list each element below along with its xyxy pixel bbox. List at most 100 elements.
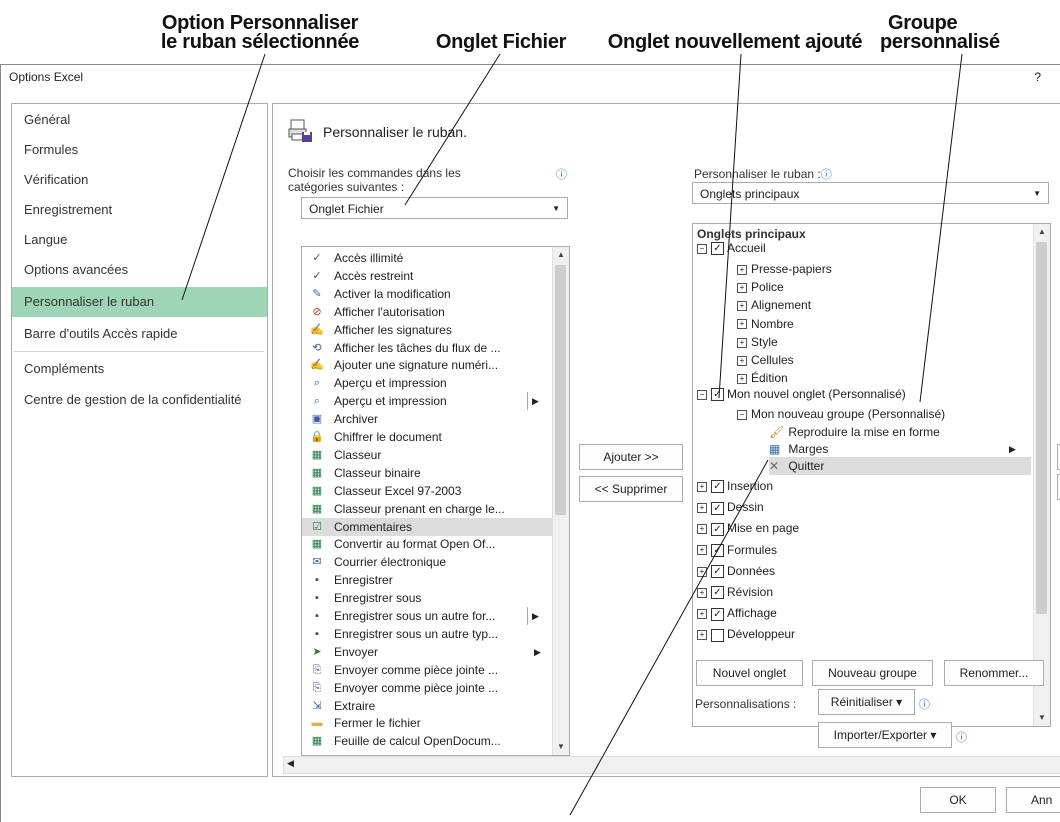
remove-button[interactable]: << Supprimer xyxy=(579,476,683,502)
checkbox-icon[interactable]: ✓ xyxy=(711,501,724,515)
command-list-item[interactable]: ➤ Envoyer ▶ xyxy=(302,643,552,661)
tree-command-item[interactable]: ▦ Marges ▶ xyxy=(769,440,1016,458)
command-list-item[interactable]: ▦ Classeur Excel 97-2003 xyxy=(302,482,552,500)
cancel-button[interactable]: Ann xyxy=(1006,787,1060,813)
checkbox-icon[interactable]: ✓ xyxy=(711,543,724,557)
command-list-item[interactable]: ▦ Convertir au format Open Of... xyxy=(302,535,552,553)
expand-icon[interactable]: + xyxy=(697,503,707,514)
rename-button[interactable]: Renommer... xyxy=(944,660,1044,686)
expand-icon[interactable]: + xyxy=(697,566,707,577)
tree-tab-item[interactable]: + ✓ Données xyxy=(697,562,775,580)
command-list-item[interactable]: ▪ Enregistrer sous un autre for... ▶ xyxy=(302,607,552,625)
tree-tab-item[interactable]: + ✓ Dessin xyxy=(697,498,764,516)
expand-icon[interactable]: + xyxy=(737,319,747,330)
command-list-item[interactable]: ⌕ Aperçu et impression ▶ xyxy=(302,392,552,411)
checkbox-icon[interactable]: ✓ xyxy=(711,607,724,621)
nav-item-options-avancees[interactable]: Options avancées xyxy=(12,255,267,285)
checkbox-icon[interactable]: ✓ xyxy=(711,565,724,579)
expand-icon[interactable]: + xyxy=(697,481,707,492)
command-list-item[interactable]: ✍ Afficher les signatures xyxy=(302,321,552,339)
command-list-item[interactable]: ▦ Classeur prenant en charge le... xyxy=(302,500,552,518)
help-button[interactable]: ? xyxy=(1034,70,1041,84)
choose-commands-dropdown[interactable]: Onglet Fichier ▼ xyxy=(301,197,568,219)
command-list-item[interactable]: 🔒 Chiffrer le document xyxy=(302,428,552,446)
nav-item-complements[interactable]: Compléments xyxy=(12,354,267,384)
tree-group-item[interactable]: + Police xyxy=(737,278,784,296)
tree-tab-item[interactable]: + ✓ Formules xyxy=(697,541,777,559)
tree-scrollbar[interactable]: ▲ ▼ xyxy=(1033,224,1050,726)
command-list-item[interactable]: ▪ Enregistrer sous xyxy=(302,589,552,607)
tree-group-item[interactable]: + Nombre xyxy=(737,315,794,333)
nav-item-general[interactable]: Général xyxy=(12,105,267,135)
tree-command-item[interactable]: 🖌 Reproduire la mise en forme xyxy=(769,423,940,441)
command-list-item[interactable]: ⎘ Envoyer comme pièce jointe ... xyxy=(302,661,552,679)
command-list-item[interactable]: ▦ Classeur binaire xyxy=(302,464,552,482)
nav-item-enregistrement[interactable]: Enregistrement xyxy=(12,195,267,225)
checkbox-icon[interactable]: ✓ xyxy=(711,242,724,256)
tree-tab-item[interactable]: + ✓ Affichage xyxy=(697,604,777,622)
command-list-item[interactable]: ▦ Classeur xyxy=(302,446,552,464)
scroll-up-icon[interactable]: ▲ xyxy=(1034,224,1050,240)
nav-item-formules[interactable]: Formules xyxy=(12,135,267,165)
nav-item-acces-rapide[interactable]: Barre d'outils Accès rapide xyxy=(12,319,267,349)
commands-list[interactable]: ✓ Accès illimité ✓ Accès restreint ✎ Activer … xyxy=(301,246,570,756)
command-list-item[interactable]: ⎘ Envoyer comme pièce jointe ... xyxy=(302,679,552,697)
nav-item-confidentialite[interactable]: Centre de gestion de la confidentialité xyxy=(12,385,267,415)
tree-group-item[interactable]: + Cellules xyxy=(737,351,794,369)
command-list-item[interactable]: ▪ Enregistrer xyxy=(302,571,552,589)
customize-ribbon-dropdown[interactable]: Onglets principaux ▼ xyxy=(692,182,1049,204)
scroll-down-icon[interactable]: ▼ xyxy=(553,739,569,755)
new-tab-button[interactable]: Nouvel onglet xyxy=(696,660,803,686)
import-export-button[interactable]: Importer/Exporter ▾ xyxy=(818,722,952,748)
reset-button[interactable]: Réinitialiser ▾ xyxy=(818,689,915,715)
expand-icon[interactable]: + xyxy=(697,545,707,556)
expand-icon[interactable]: + xyxy=(697,587,707,598)
tree-group-item[interactable]: + Presse-papiers xyxy=(737,260,832,278)
command-list-item[interactable]: ✓ Accès restreint xyxy=(302,267,552,285)
expand-icon[interactable]: + xyxy=(697,630,707,641)
tree-tab-item[interactable]: + ✓ Insertion xyxy=(697,477,773,495)
collapse-icon[interactable]: − xyxy=(737,409,747,420)
checkbox-icon[interactable]: ✓ xyxy=(711,480,724,494)
scroll-thumb[interactable] xyxy=(555,265,566,515)
tree-group-item[interactable]: + Alignement xyxy=(737,296,811,314)
collapse-icon[interactable]: − xyxy=(697,389,707,400)
expand-icon[interactable]: + xyxy=(697,609,707,620)
command-list-item[interactable]: ✓ Accès illimité xyxy=(302,249,552,267)
tree-tab-item[interactable]: + ✓ Mise en page xyxy=(697,519,799,537)
expand-icon[interactable]: + xyxy=(737,301,747,312)
tree-group-new[interactable]: − Mon nouveau groupe (Personnalisé) xyxy=(737,405,945,423)
add-button[interactable]: Ajouter >> xyxy=(579,444,683,470)
checkbox-icon[interactable]: ✓ xyxy=(711,586,724,600)
checkbox-icon[interactable] xyxy=(711,628,724,642)
command-list-item[interactable]: ⟲ Afficher les tâches du flux de ... xyxy=(302,339,552,357)
commands-scrollbar[interactable]: ▲ ▼ xyxy=(552,247,569,755)
tree-tab-item[interactable]: + Développeur xyxy=(697,625,795,643)
command-list-item[interactable]: ▬ Fermer le fichier xyxy=(302,714,552,732)
expand-icon[interactable]: + xyxy=(737,337,747,348)
expand-icon[interactable]: + xyxy=(737,374,747,385)
horizontal-scrollbar[interactable]: ◀ xyxy=(283,756,1060,774)
command-list-item[interactable]: ⊘ Afficher l'autorisation xyxy=(302,303,552,321)
command-list-item[interactable]: ✍ Ajouter une signature numéri... xyxy=(302,356,552,374)
expand-icon[interactable]: + xyxy=(737,355,747,366)
command-list-item[interactable]: ▪ Enregistrer sous un autre typ... xyxy=(302,625,552,643)
new-group-button[interactable]: Nouveau groupe xyxy=(812,660,933,686)
ribbon-tree[interactable]: Onglets principaux − ✓ Accueil + Presse-papie… xyxy=(692,223,1051,727)
nav-item-personnaliser-ruban[interactable]: Personnaliser le ruban xyxy=(12,287,267,317)
checkbox-icon[interactable]: ✓ xyxy=(711,522,724,536)
scroll-down-icon[interactable]: ▼ xyxy=(1034,710,1050,726)
command-list-item[interactable]: ✎ Activer la modification xyxy=(302,285,552,303)
tree-tab-new[interactable]: − ✓ Mon nouvel onglet (Personnalisé) xyxy=(697,385,906,403)
nav-item-verification[interactable]: Vérification xyxy=(12,165,267,195)
ok-button[interactable]: OK xyxy=(920,787,996,813)
scroll-thumb[interactable] xyxy=(1036,242,1047,614)
checkbox-icon[interactable]: ✓ xyxy=(711,388,724,402)
nav-item-langue[interactable]: Langue xyxy=(12,225,267,255)
command-list-item[interactable]: ☑ Commentaires xyxy=(302,517,552,536)
expand-icon[interactable]: + xyxy=(737,283,747,294)
expand-icon[interactable]: + xyxy=(737,264,747,275)
command-list-item[interactable]: ⇲ Extraire xyxy=(302,697,552,715)
expand-icon[interactable]: + xyxy=(697,524,707,535)
tree-command-item[interactable]: ✕ Quitter xyxy=(769,457,1031,475)
